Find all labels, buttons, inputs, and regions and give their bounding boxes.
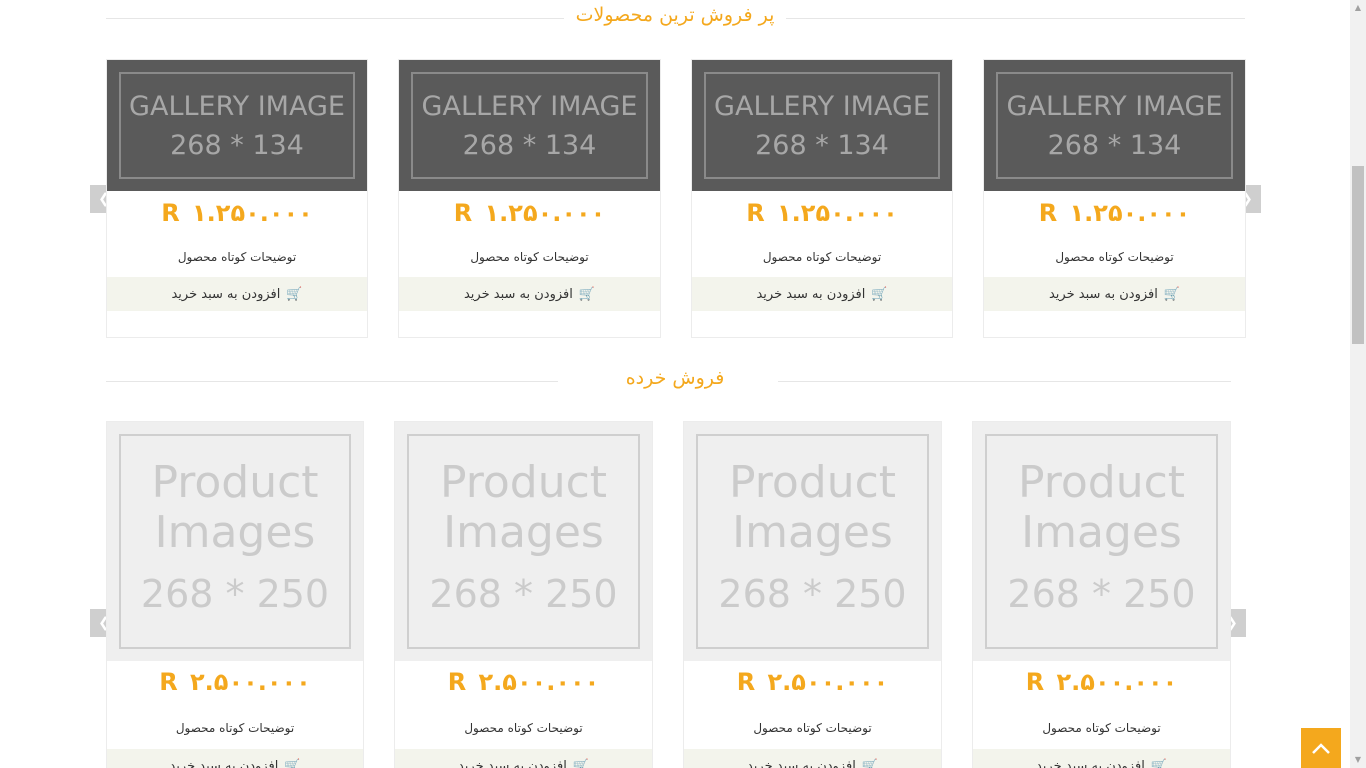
image-label: Images (1021, 506, 1182, 558)
add-to-cart-button[interactable]: 🛒 افزودن به سبد خرید (107, 277, 367, 311)
image-size: 268 * 250 (718, 571, 907, 616)
image-size: 268 * 250 (140, 571, 330, 616)
cart-icon: 🛒 (286, 286, 303, 302)
image-label: Product (728, 456, 897, 508)
product-card[interactable]: GALLERY IMAGE 268 * 134 R ۱.۲۵۰.۰۰۰ توضیح… (398, 59, 661, 338)
retail-title: فروش خرده (625, 367, 725, 389)
bestsellers-title: پر فروش ترین محصولات (575, 4, 775, 26)
product-desc: توضیحات کوتاه محصول (464, 721, 583, 735)
product-image[interactable]: GALLERY IMAGE 268 * 134 (399, 60, 660, 191)
scrollbar-thumb[interactable] (1352, 166, 1364, 344)
image-label: GALLERY IMAGE (714, 90, 930, 122)
cart-icon: 🛒 (871, 286, 888, 302)
product-image[interactable]: GALLERY IMAGE 268 * 134 (692, 60, 952, 191)
product-card[interactable]: Product Images 268 * 250 R ۲.۵۰۰.۰۰۰ توضیح… (394, 421, 653, 768)
image-size: 268 * 250 (1007, 571, 1196, 616)
add-to-cart-label: افزودن به سبد خرید (169, 758, 279, 768)
product-card[interactable]: Product Images 268 * 250 R ۲.۵۰۰.۰۰۰ توضیح… (106, 421, 364, 768)
product-image[interactable]: Product Images 268 * 250 (395, 422, 652, 661)
product-card[interactable]: Product Images 268 * 250 R ۲.۵۰۰.۰۰۰ توضیح… (972, 421, 1231, 768)
image-size: 268 * 134 (755, 129, 889, 161)
image-label: Product (151, 456, 319, 508)
chevron-up-icon (1312, 743, 1330, 754)
cart-icon: 🛒 (284, 758, 301, 768)
cart-icon: 🛒 (1163, 286, 1181, 302)
cart-icon: 🛒 (1150, 758, 1168, 768)
image-label: GALLERY IMAGE (129, 90, 345, 122)
product-price: R ۱.۲۵۰.۰۰۰ (746, 199, 898, 227)
image-label: Images (443, 506, 604, 558)
image-label: GALLERY IMAGE (1006, 90, 1223, 122)
add-to-cart-button[interactable]: 🛒 افزودن به سبد خرید (107, 749, 363, 768)
add-to-cart-label: افزودن به سبد خرید (171, 286, 281, 302)
product-desc: توضیحات کوتاه محصول (175, 721, 295, 735)
add-to-cart-label: افزودن به سبد خرید (457, 758, 567, 768)
product-card[interactable]: GALLERY IMAGE 268 * 134 R ۱.۲۵۰.۰۰۰ توضیح… (691, 59, 953, 338)
add-to-cart-label: افزودن به سبد خرید (746, 758, 856, 768)
product-price: R ۲.۵۰۰.۰۰۰ (736, 668, 889, 696)
product-image[interactable]: GALLERY IMAGE 268 * 134 (984, 60, 1245, 191)
add-to-cart-button[interactable]: 🛒 افزودن به سبد خرید (399, 277, 660, 311)
product-price: R ۲.۵۰۰.۰۰۰ (159, 668, 311, 696)
add-to-cart-label: افزودن به سبد خرید (756, 286, 866, 302)
add-to-cart-button[interactable]: 🛒 افزودن به سبد خرید (692, 277, 952, 311)
product-price: R ۲.۵۰۰.۰۰۰ (1025, 668, 1178, 696)
image-label: GALLERY IMAGE (421, 90, 638, 122)
product-desc: توضیحات کوتاه محصول (753, 721, 872, 735)
cart-icon: 🛒 (861, 758, 879, 768)
product-image[interactable]: GALLERY IMAGE 268 * 134 (107, 60, 367, 191)
product-price: R ۱.۲۵۰.۰۰۰ (1038, 199, 1191, 227)
add-to-cart-label: افزودن به سبد خرید (1035, 758, 1145, 768)
product-card[interactable]: Product Images 268 * 250 R ۲.۵۰۰.۰۰۰ توضیح… (683, 421, 942, 768)
product-price: R ۱.۲۵۰.۰۰۰ (161, 199, 313, 227)
cart-icon: 🛒 (572, 758, 590, 768)
product-image[interactable]: Product Images 268 * 250 (973, 422, 1230, 661)
image-size: 268 * 250 (429, 571, 618, 616)
image-label: Product (439, 456, 608, 508)
product-desc: توضیحات کوتاه محصول (177, 250, 297, 264)
page-scrollbar[interactable]: ▲ ▼ (1350, 0, 1366, 768)
image-label: Product (1017, 456, 1186, 508)
page: پر فروش ترین محصولات ❮ ❯ GALLERY IMAGE 26… (0, 0, 1350, 768)
cart-icon: 🛒 (578, 286, 596, 302)
add-to-cart-label: افزودن به سبد خرید (1048, 286, 1158, 302)
add-to-cart-button[interactable]: 🛒 افزودن به سبد خرید (984, 277, 1245, 311)
product-image[interactable]: Product Images 268 * 250 (684, 422, 941, 661)
product-desc: توضیحات کوتاه محصول (1042, 721, 1161, 735)
image-size: 268 * 134 (170, 129, 304, 161)
image-size: 268 * 134 (462, 129, 597, 161)
product-card[interactable]: GALLERY IMAGE 268 * 134 R ۱.۲۵۰.۰۰۰ توضیح… (106, 59, 368, 338)
scroll-up-arrow[interactable]: ▲ (1350, 0, 1366, 16)
add-to-cart-label: افزودن به سبد خرید (463, 286, 573, 302)
add-to-cart-button[interactable]: 🛒 افزودن به سبد خرید (684, 749, 941, 768)
scroll-down-arrow[interactable]: ▼ (1350, 752, 1366, 768)
product-price: R ۱.۲۵۰.۰۰۰ (453, 199, 606, 227)
product-desc: توضیحات کوتاه محصول (762, 250, 882, 264)
product-price: R ۲.۵۰۰.۰۰۰ (447, 668, 600, 696)
add-to-cart-button[interactable]: 🛒 افزودن به سبد خرید (395, 749, 652, 768)
product-card[interactable]: GALLERY IMAGE 268 * 134 R ۱.۲۵۰.۰۰۰ توضیح… (983, 59, 1246, 338)
back-to-top-button[interactable] (1301, 728, 1341, 768)
product-image[interactable]: Product Images 268 * 250 (107, 422, 363, 661)
product-desc: توضیحات کوتاه محصول (1055, 250, 1174, 264)
image-size: 268 * 134 (1047, 129, 1182, 161)
image-label: Images (732, 506, 893, 558)
add-to-cart-button[interactable]: 🛒 افزودن به سبد خرید (973, 749, 1230, 768)
product-desc: توضیحات کوتاه محصول (470, 250, 589, 264)
image-label: Images (154, 506, 316, 558)
